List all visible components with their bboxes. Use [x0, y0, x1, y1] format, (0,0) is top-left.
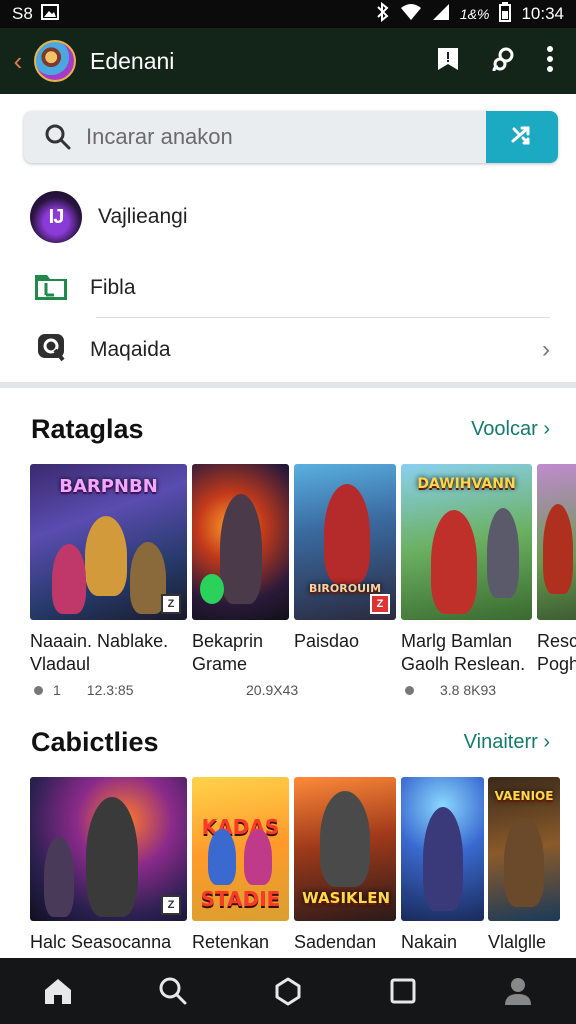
search-icon[interactable] [149, 967, 197, 1015]
bookmark-icon[interactable] [434, 45, 462, 78]
game-thumbnail: VAENIOE [488, 777, 560, 921]
folder-icon [34, 271, 68, 306]
game-name: Retenkan [192, 932, 270, 952]
badge-icon: Z [370, 594, 390, 614]
section-header: Cabictlies Vinaiterr › [0, 722, 576, 762]
quick-item-chat[interactable]: Maqaida › [0, 328, 576, 372]
search-input[interactable] [86, 124, 466, 150]
quick-item-label: Fibla [90, 276, 136, 299]
status-bar: S8 1&% 10:34 [0, 0, 576, 28]
app-bar: ‹ Edenani [0, 28, 576, 94]
game-thumbnail [537, 464, 576, 620]
game-title-art: VAENIOE [494, 789, 554, 803]
image-icon [40, 3, 59, 25]
game-name: Naaain. Nablake. [30, 631, 169, 651]
game-thumbnail: Z [30, 777, 187, 921]
game-title-art: BARPNBN [59, 476, 158, 497]
avatar[interactable] [34, 40, 76, 82]
game-meta: 3.8 8K93 [401, 682, 532, 698]
game-meta: 1 12.3:85 [30, 682, 187, 698]
game-thumbnail: WASIKLEN [294, 777, 396, 921]
game-name: Paisdao [294, 631, 360, 651]
game-subtitle: Gaolh Reslean. [401, 654, 526, 674]
quick-item-app[interactable]: IJ Vajlieangi [0, 188, 576, 246]
more-vert-icon[interactable] [546, 45, 554, 78]
search-sheet: IJ Vajlieangi Fibla Maqaida › [0, 94, 576, 384]
game-thumbnail: KADAS STADIE [192, 777, 289, 921]
square-icon[interactable] [379, 967, 427, 1015]
section-separator [0, 382, 576, 388]
section-title: Rataglas [31, 413, 144, 444]
star-icon [34, 685, 43, 695]
section-title: Cabictlies [31, 726, 159, 757]
game-card[interactable]: Nakain [401, 777, 484, 954]
quick-item-folder[interactable]: Fibla [0, 266, 576, 310]
wifi-icon [400, 3, 422, 26]
battery-icon [499, 1, 512, 27]
game-card[interactable]: Resc Pogh [537, 464, 576, 676]
game-title-art: DAWIHVANN [417, 476, 516, 492]
game-rating: 1 [53, 682, 61, 698]
section-see-more-link[interactable]: Voolcar › [471, 418, 550, 441]
profile-icon[interactable] [494, 967, 542, 1015]
game-card[interactable]: WASIKLEN Sadendan [294, 777, 396, 954]
game-card[interactable]: VAENIOE Vlalglle [488, 777, 560, 954]
quick-item-label: Vajlieangi [98, 205, 188, 228]
game-thumbnail [192, 464, 289, 620]
game-meta: 20.9X43 [192, 682, 298, 698]
game-name: Bekaprin [192, 631, 264, 651]
account-switch-icon[interactable] [490, 45, 518, 78]
divider [96, 317, 550, 318]
badge-icon: Z [161, 895, 181, 915]
signal-icon [432, 3, 450, 26]
status-right-text: 1&% [459, 6, 490, 22]
status-left-text: S8 [12, 4, 33, 23]
game-card[interactable]: KADAS STADIE Retenkan [192, 777, 289, 954]
chevron-right-icon: › [542, 336, 550, 363]
badge-icon: Z [161, 594, 181, 614]
game-subtitle: Pogh [537, 654, 576, 674]
game-card[interactable]: BARPNBN Z Naaain. Nablake. Vladaul 1 12.… [30, 464, 187, 698]
game-name: Vlalglle [488, 932, 547, 952]
hexagon-icon[interactable] [264, 967, 312, 1015]
game-name: Halc Seasocanna [30, 932, 172, 952]
chat-search-icon [36, 332, 68, 369]
game-size: 12.3:85 [86, 682, 134, 698]
game-thumbnail: BARPNBN Z [30, 464, 187, 620]
game-thumbnail: BIROROUIM Z [294, 464, 396, 620]
game-card[interactable]: Z Halc Seasocanna [30, 777, 187, 954]
star-icon [405, 685, 414, 695]
section-see-more-link[interactable]: Vinaiterr › [464, 731, 550, 754]
status-time: 10:34 [521, 4, 564, 23]
home-icon[interactable] [34, 967, 82, 1015]
game-subtitle: Grame [192, 654, 248, 674]
game-card[interactable]: Bekaprin Grame 20.9X43 [192, 464, 298, 698]
game-title-art: WASIKLEN [302, 889, 391, 907]
game-name: Sadendan [294, 932, 377, 952]
bottom-nav [0, 958, 576, 1024]
game-carousel[interactable]: BARPNBN Z Naaain. Nablake. Vladaul 1 12.… [0, 464, 576, 704]
app-title: Edenani [90, 47, 175, 74]
search-icon [44, 123, 72, 151]
search-bar [24, 111, 558, 163]
app-logo-icon: IJ [30, 191, 82, 243]
section-header: Rataglas Voolcar › [0, 409, 576, 449]
game-name: Nakain [401, 932, 458, 952]
game-carousel[interactable]: Z Halc Seasocanna KADAS STADIE Retenkan … [0, 777, 576, 967]
search-submit-button[interactable] [486, 111, 558, 163]
game-thumbnail [401, 777, 484, 921]
game-name: Resc [537, 631, 576, 651]
game-size: 3.8 8K93 [440, 682, 497, 698]
game-size: 20.9X43 [246, 682, 299, 698]
game-name: Marlg Bamlan [401, 631, 513, 651]
game-card[interactable]: DAWIHVANN Marlg Bamlan Gaolh Reslean. 3.… [401, 464, 532, 698]
game-thumbnail: DAWIHVANN [401, 464, 532, 620]
bluetooth-icon [376, 1, 390, 27]
game-card[interactable]: BIROROUIM Z Paisdao [294, 464, 396, 653]
quick-item-label: Maqaida [90, 338, 171, 361]
back-icon[interactable]: ‹ [8, 46, 28, 77]
game-subtitle: Vladaul [30, 654, 91, 674]
shuffle-icon [508, 121, 536, 154]
